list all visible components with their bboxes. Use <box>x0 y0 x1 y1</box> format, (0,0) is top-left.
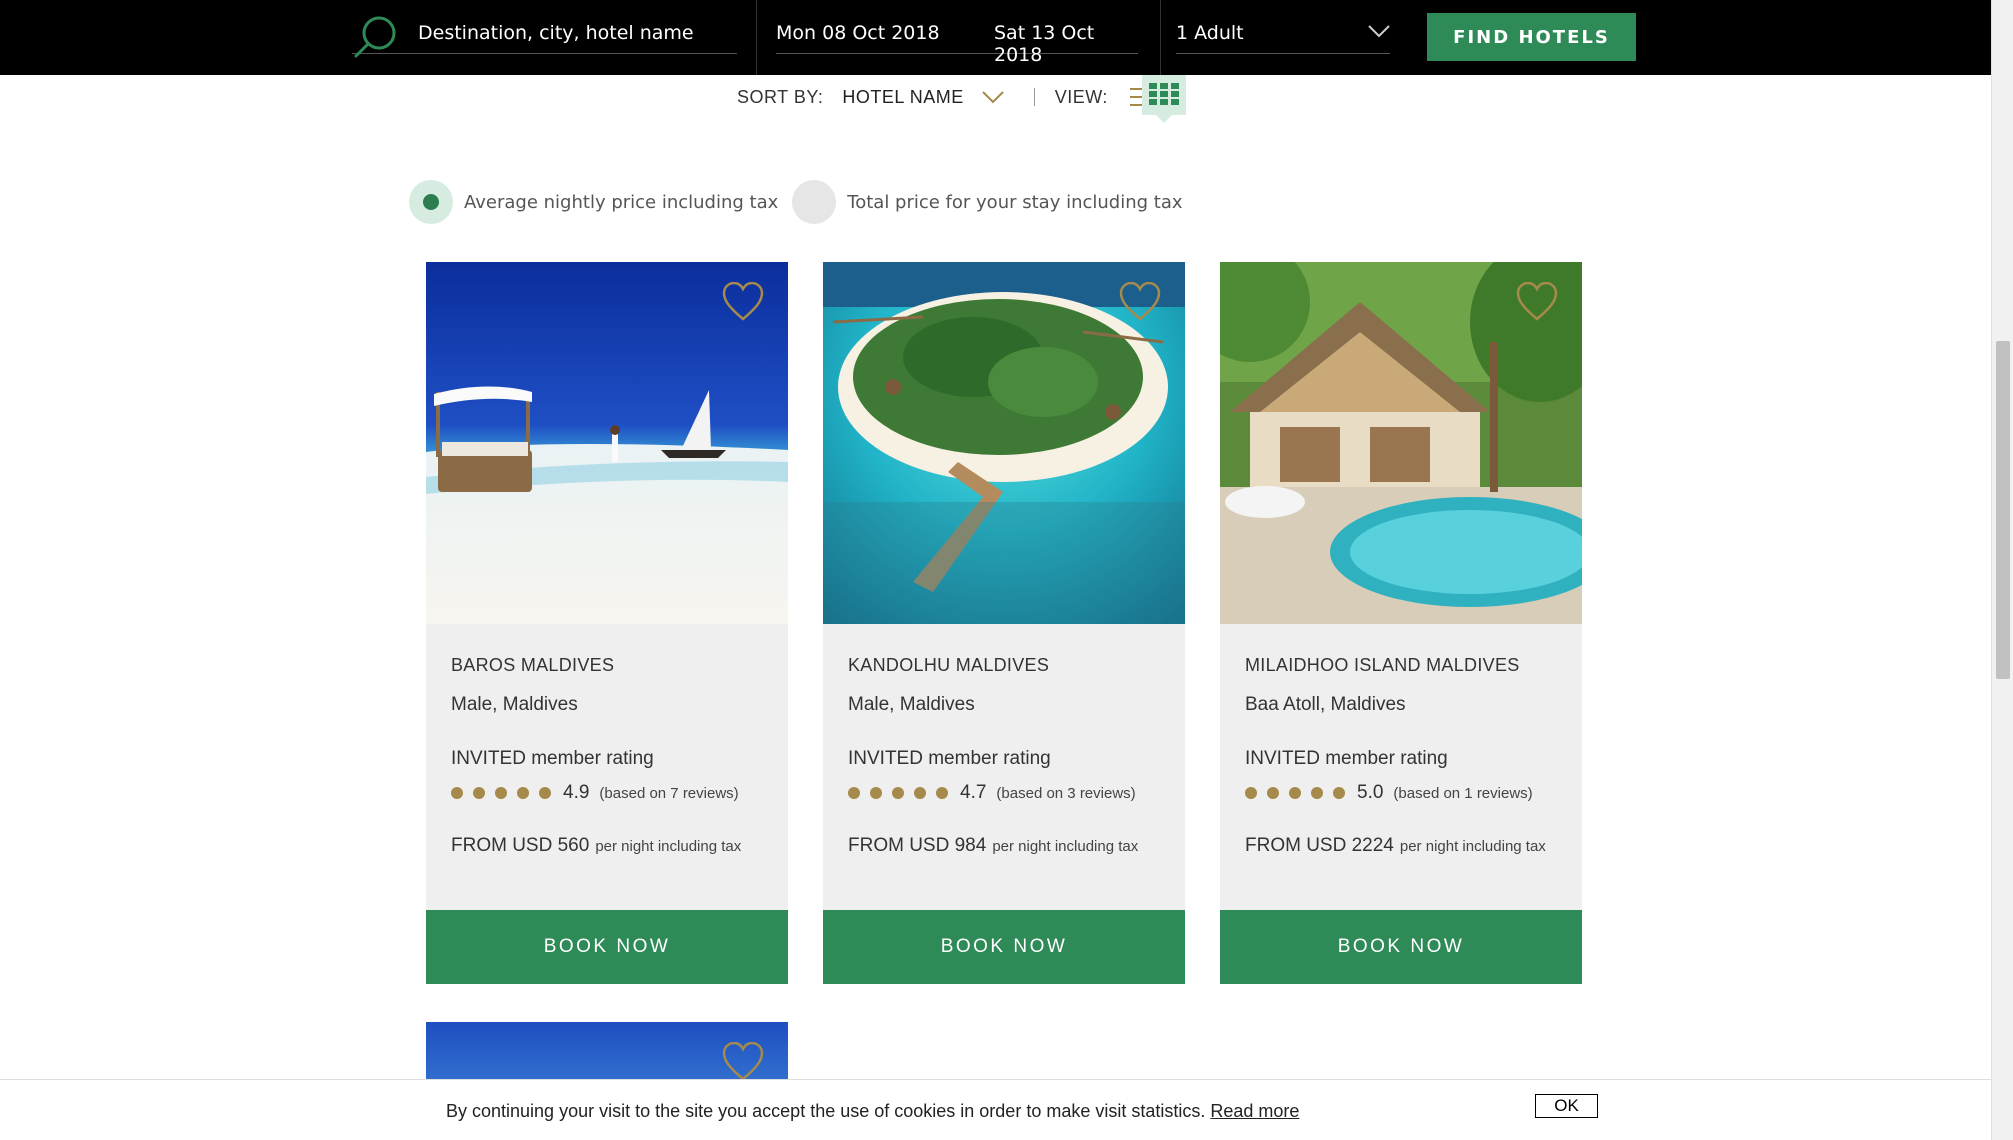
read-more-link[interactable]: Read more <box>1210 1101 1299 1121</box>
hotel-card[interactable]: KANDOLHU MALDIVES Male, Maldives INVITED… <box>823 262 1185 984</box>
rating-row: 4.7 (based on 3 reviews) <box>848 782 1136 804</box>
radio-dot <box>423 194 439 210</box>
divider <box>756 0 757 75</box>
grid-view-icon[interactable] <box>1149 83 1179 105</box>
price-mode-group: Average nightly price including tax Tota… <box>409 180 1183 224</box>
radio-average-nightly[interactable] <box>409 180 453 224</box>
hotel-name[interactable]: MILAIDHOO ISLAND MALDIVES <box>1245 655 1520 676</box>
price-suffix: per night including tax <box>992 838 1139 855</box>
hotel-name[interactable]: BAROS MALDIVES <box>451 655 614 676</box>
book-now-button[interactable]: BOOK NOW <box>1220 910 1582 984</box>
price-value: FROM USD 560 <box>451 835 590 856</box>
rating-row: 5.0 (based on 1 reviews) <box>1245 782 1533 804</box>
hotel-card[interactable]: MILAIDHOO ISLAND MALDIVES Baa Atoll, Mal… <box>1220 262 1582 984</box>
checkin-date[interactable]: Mon 08 Oct 2018 <box>776 22 940 44</box>
rating-dots <box>848 787 948 799</box>
rating-score: 4.9 <box>563 782 590 803</box>
cookie-text: By continuing your visit to the site you… <box>446 1101 1206 1121</box>
rating-score: 5.0 <box>1357 782 1384 803</box>
price-value: FROM USD 2224 <box>1245 835 1394 856</box>
hotel-location: Male, Maldives <box>451 694 578 715</box>
rating-row: 4.9 (based on 7 reviews) <box>451 782 739 804</box>
favorite-heart-icon[interactable] <box>722 282 764 322</box>
sort-view-bar: SORT BY: HOTEL NAME VIEW: <box>737 78 1156 116</box>
date-range[interactable]: Mon 08 Oct 2018 Sat 13 Oct 2018 <box>776 12 1138 66</box>
book-now-button[interactable]: BOOK NOW <box>823 910 1185 984</box>
search-bar: Destination, city, hotel name Mon 08 Oct… <box>0 0 1991 75</box>
review-count: (based on 7 reviews) <box>599 784 739 802</box>
review-count: (based on 1 reviews) <box>1393 784 1533 802</box>
chevron-down-icon[interactable] <box>1368 24 1390 38</box>
review-count: (based on 3 reviews) <box>996 784 1136 802</box>
radio-label[interactable]: Average nightly price including tax <box>464 192 778 213</box>
chevron-down-icon[interactable] <box>982 90 1004 104</box>
rating-score: 4.7 <box>960 782 987 803</box>
guests-select[interactable]: 1 Adult <box>1176 12 1390 54</box>
destination-input[interactable]: Destination, city, hotel name <box>418 22 694 44</box>
hotel-location: Male, Maldives <box>848 694 975 715</box>
price-suffix: per night including tax <box>1399 838 1546 855</box>
divider <box>1033 88 1035 106</box>
price-suffix: per night including tax <box>595 838 742 855</box>
divider <box>1160 0 1161 75</box>
hotel-card[interactable]: BAROS MALDIVES Male, Maldives INVITED me… <box>426 262 788 984</box>
sort-select[interactable]: HOTEL NAME <box>842 87 963 108</box>
radio-total-stay[interactable] <box>792 180 837 224</box>
view-label: VIEW: <box>1054 86 1108 107</box>
price: FROM USD 984 per night including tax <box>848 835 1138 857</box>
price: FROM USD 560 per night including tax <box>451 835 741 857</box>
guests-value[interactable]: 1 Adult <box>1176 22 1244 44</box>
search-icon[interactable] <box>352 14 398 60</box>
hotel-location: Baa Atoll, Maldives <box>1245 694 1406 715</box>
cookie-message: By continuing your visit to the site you… <box>446 1101 1299 1122</box>
favorite-heart-icon[interactable] <box>722 1042 764 1082</box>
scrollbar[interactable] <box>1991 0 2013 1140</box>
rating-dots <box>1245 787 1345 799</box>
radio-label[interactable]: Total price for your stay including tax <box>847 192 1182 213</box>
cookie-ok-button[interactable]: OK <box>1535 1094 1598 1118</box>
favorite-heart-icon[interactable] <box>1119 282 1161 322</box>
checkout-date[interactable]: Sat 13 Oct 2018 <box>994 22 1138 66</box>
rating-label: INVITED member rating <box>1245 748 1448 769</box>
hotel-name[interactable]: KANDOLHU MALDIVES <box>848 655 1049 676</box>
scrollbar-thumb[interactable] <box>1996 341 2010 679</box>
book-now-button[interactable]: BOOK NOW <box>426 910 788 984</box>
rating-dots <box>451 787 551 799</box>
grid-view-toggle[interactable] <box>1142 75 1186 123</box>
rating-label: INVITED member rating <box>451 748 654 769</box>
cookie-banner: By continuing your visit to the site you… <box>0 1079 1991 1140</box>
rating-label: INVITED member rating <box>848 748 1051 769</box>
sort-label: SORT BY: <box>737 86 824 107</box>
favorite-heart-icon[interactable] <box>1516 282 1558 322</box>
find-hotels-button[interactable]: FIND HOTELS <box>1427 13 1636 61</box>
destination-search[interactable]: Destination, city, hotel name <box>352 12 737 58</box>
price-value: FROM USD 984 <box>848 835 987 856</box>
price: FROM USD 2224 per night including tax <box>1245 835 1546 857</box>
